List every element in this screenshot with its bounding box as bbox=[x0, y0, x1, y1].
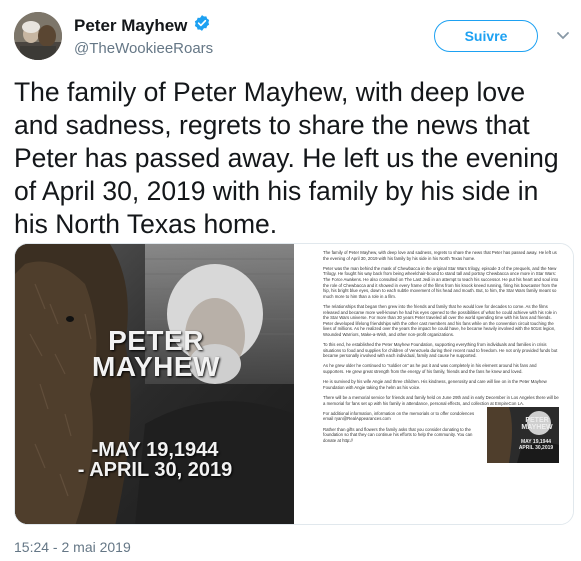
thumb-name: PETER MAYHEW bbox=[521, 416, 553, 431]
memorial-photo: PETER MAYHEW -MAY 19,1944 - APRIL 30, 20… bbox=[15, 244, 294, 524]
avatar-photo bbox=[14, 12, 62, 60]
family-statement: The family of Peter Mayhew, with deep lo… bbox=[307, 244, 573, 524]
memorial-date-death: - APRIL 30, 2019 bbox=[77, 459, 233, 481]
tweet-text: The family of Peter Mayhew, with deep lo… bbox=[14, 77, 559, 239]
memorial-name: PETER MAYHEW bbox=[91, 327, 221, 382]
memorial-date-birth: -MAY 19,1944 bbox=[91, 439, 219, 461]
thumb-dates: MAY 19,1944 APRIL 30,2019 bbox=[518, 438, 554, 451]
statement-paragraph: As he grew older he continued to "soldie… bbox=[323, 363, 537, 375]
chevron-down-icon[interactable] bbox=[556, 28, 570, 46]
statement-paragraph: He is survived by his wife Angie and thr… bbox=[323, 379, 547, 390]
user-handle[interactable]: @TheWookieeRoars bbox=[74, 40, 213, 57]
statement-paragraph: To this end, he established the Peter Ma… bbox=[323, 342, 558, 359]
statement-footer: For additional information, information … bbox=[323, 406, 559, 463]
display-name[interactable]: Peter Mayhew bbox=[74, 16, 187, 36]
tweet-timestamp[interactable]: 15:24 - 2 mai 2019 bbox=[14, 539, 131, 555]
memorial-thumbnail: PETER MAYHEW MAY 19,1944 APRIL 30,2019 bbox=[487, 406, 559, 463]
statement-paragraph: There will be a memorial service for fri… bbox=[323, 395, 559, 406]
tweet-media[interactable]: PETER MAYHEW -MAY 19,1944 - APRIL 30, 20… bbox=[14, 243, 574, 525]
statement-paragraph: The family of Peter Mayhew, with deep lo… bbox=[323, 250, 557, 261]
statement-contact: For additional information, information … bbox=[323, 410, 475, 422]
statement-paragraph: The relationships that began then grew i… bbox=[323, 303, 557, 337]
statement-donation: Rather than gifts and flowers the family… bbox=[323, 426, 473, 443]
memorial-name-line2: MAYHEW bbox=[92, 351, 220, 382]
statement-paragraph: Peter was the man behind the mask of Che… bbox=[323, 265, 559, 299]
avatar[interactable] bbox=[14, 12, 62, 60]
memorial-photo-art bbox=[15, 244, 294, 524]
memorial-thumbnail-art bbox=[487, 406, 559, 463]
follow-button[interactable]: Suivre bbox=[434, 20, 538, 52]
memorial-dates: -MAY 19,1944 - APRIL 30, 2019 bbox=[65, 440, 245, 480]
verified-badge-icon bbox=[193, 14, 211, 37]
